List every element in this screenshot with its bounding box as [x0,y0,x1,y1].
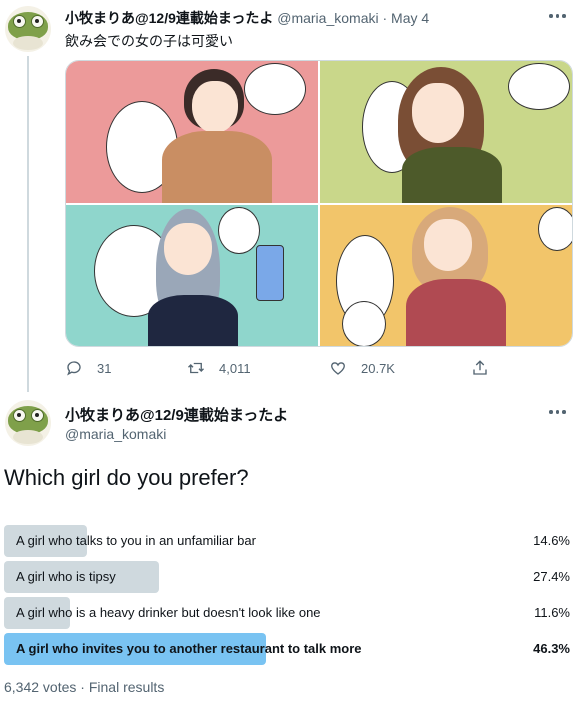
tweet-date[interactable]: May 4 [391,10,429,26]
thread-line [27,56,29,392]
retweet-button[interactable]: 4,011 [187,359,251,377]
reply-count: 31 [97,360,112,376]
poll-option: A girl who is a heavy drinker but doesn'… [4,597,574,629]
reply-button[interactable]: 31 [65,359,111,377]
avatar[interactable] [5,400,51,446]
poll-option: A girl who is tipsy 27.4% [4,561,574,593]
vote-count: 6,342 votes [4,679,77,695]
retweet-count: 4,011 [219,360,251,376]
avatar[interactable] [5,6,51,52]
media-grid[interactable] [65,60,573,347]
retweet-icon [188,362,204,374]
like-count: 20.7K [361,360,395,376]
poll-option-winner: A girl who invites you to another restau… [4,633,574,665]
poll-option-label: A girl who is tipsy [16,569,116,584]
separator: · [80,679,85,695]
poll-option-label: A girl who invites you to another restau… [16,641,362,656]
author-name[interactable]: 小牧まりあ@12/9連載始まったよ [65,10,273,26]
more-options-icon[interactable] [549,14,569,20]
tweet-actions: 31 4,011 20.7K [65,359,495,379]
media-image-1[interactable] [66,61,318,203]
reply-icon [67,361,81,376]
media-image-2[interactable] [320,61,572,203]
like-icon [331,362,345,375]
poll-option-percent: 27.4% [533,569,570,584]
poll-option-label: A girl who talks to you in an unfamiliar… [16,533,256,548]
separator: · [382,10,388,26]
poll-option-label: A girl who is a heavy drinker but doesn'… [16,605,321,620]
share-button[interactable] [471,359,489,377]
share-icon [473,360,487,375]
poll-status: Final results [88,679,165,695]
poll-option-percent: 11.6% [534,605,570,620]
poll-footer: 6,342 votes · Final results [4,679,164,695]
like-button[interactable]: 20.7K [329,359,395,377]
tweet-text: Which girl do you prefer? [4,465,249,490]
tweet-header: 小牧まりあ@12/9連載始まったよ @maria_komaki · May 4 [65,8,429,28]
media-image-4[interactable] [320,204,572,346]
poll-option: A girl who talks to you in an unfamiliar… [4,525,574,557]
author-handle[interactable]: @maria_komaki [277,10,378,26]
tweet-text: 飲み会での女の子は可愛い [65,33,233,49]
poll-option-percent: 14.6% [533,533,570,548]
author-handle[interactable]: @maria_komaki [65,426,166,442]
media-image-3[interactable] [66,204,318,346]
poll-option-percent: 46.3% [533,641,570,656]
more-options-icon[interactable] [549,410,569,416]
author-name[interactable]: 小牧まりあ@12/9連載始まったよ [65,404,288,425]
